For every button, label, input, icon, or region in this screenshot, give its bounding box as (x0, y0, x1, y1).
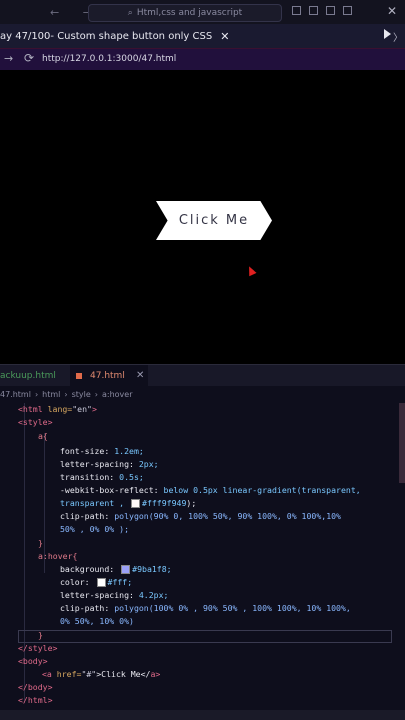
code-line: letter-spacing: 4.2px; (60, 589, 168, 601)
code-line: 0% 50%, 10% 0%) (60, 616, 134, 626)
mouse-cursor-icon (245, 264, 257, 277)
preview-tab-title: ay 47/100- Custom shape button only CSS (0, 30, 213, 42)
breadcrumb-separator: › (94, 390, 98, 399)
url-field[interactable]: http://127.0.0.1:3000/47.html (42, 54, 176, 64)
tab-close-icon[interactable]: ✕ (136, 370, 144, 381)
code-token: "#" (81, 669, 97, 679)
code-token: href= (51, 669, 82, 679)
click-me-button[interactable]: Click Me (156, 201, 272, 240)
preview-tab[interactable]: ay 47/100- Custom shape button only CSS … (0, 24, 235, 48)
code-token: "en" (72, 404, 92, 414)
code-line: </html> (18, 695, 53, 705)
minimap[interactable] (399, 403, 405, 483)
preview-area: Click Me (0, 70, 405, 364)
color-swatch[interactable] (131, 499, 141, 508)
code-line: font-size: 1.2em; (60, 445, 144, 457)
code-line: <style> (18, 417, 53, 427)
code-token: letter-spacing: (60, 459, 139, 469)
code-token: clip-path: (60, 603, 115, 613)
code-line: a{ (38, 431, 48, 441)
tab-label: ackuup.html (0, 371, 56, 381)
code-line: </body> (18, 682, 53, 692)
code-line: -webkit-box-reflect: below 0.5px linear-… (60, 484, 361, 496)
address-bar: → ⟳ http://127.0.0.1:3000/47.html (0, 49, 405, 70)
code-line: </style> (18, 643, 58, 653)
code-line: } (38, 538, 43, 548)
code-token: transparent , (60, 498, 130, 508)
layout-controls (292, 6, 352, 15)
code-line: clip-path: polygon(100% 0% , 90% 50% , 1… (60, 602, 351, 614)
toggle-panel-icon[interactable] (309, 6, 318, 15)
editor-titlebar: ← → ⌕ Html,css and javascript ✕ (0, 0, 405, 24)
preview-tab-close-icon[interactable]: ✕ (220, 30, 229, 43)
window-close-icon[interactable]: ✕ (387, 4, 397, 18)
code-token: > (91, 404, 97, 414)
color-swatch[interactable] (121, 565, 131, 574)
code-line: color: #fff; (60, 576, 132, 588)
code-token: #fff; (107, 577, 133, 587)
code-line: 50% , 0% 0% ); (60, 524, 130, 534)
html-file-icon (76, 373, 82, 379)
tab-label: 47.html (90, 371, 125, 381)
forward-icon[interactable]: → (4, 52, 13, 65)
preview-tabbar: ay 47/100- Custom shape button only CSS … (0, 24, 405, 50)
command-search[interactable]: ⌕ Html,css and javascript (88, 4, 282, 22)
code-line: a:hover{ (38, 551, 78, 561)
code-token: 4.2px; (138, 590, 169, 600)
code-token: polygon(90% 0, 100% 50%, 90% 100%, 0% 10… (114, 511, 341, 521)
editor-tabs: ackuup.html 47.html ✕ (0, 364, 405, 387)
code-token: 2px; (138, 459, 159, 469)
code-line: <body> (18, 656, 48, 666)
code-token: clip-path: (60, 511, 115, 521)
breadcrumb-item[interactable]: a:hover (102, 390, 133, 399)
code-token: -webkit-box-reflect: (60, 485, 164, 495)
code-token: below 0.5px linear-gradient(transparent, (163, 485, 361, 495)
code-line: letter-spacing: 2px; (60, 458, 159, 470)
breadcrumb-separator: › (64, 390, 68, 399)
code-line: } (38, 630, 43, 640)
code-line: <html lang="en"> (18, 403, 97, 415)
click-me-label: Click Me (178, 213, 250, 228)
code-token: color: (60, 577, 95, 587)
code-token: #fff9f949 (142, 498, 187, 508)
code-token: polygon(100% 0% , 90% 50% , 100% 100%, 1… (114, 603, 351, 613)
code-token: a> (150, 669, 161, 679)
code-line: transition: 0.5s; (60, 471, 144, 483)
command-search-text: Html,css and javascript (136, 8, 243, 18)
search-icon: ⌕ (127, 8, 133, 18)
current-line-highlight (18, 630, 392, 643)
more-icon[interactable]: 〉 (393, 29, 403, 44)
code-editor[interactable]: <html lang="en"> <style> a{ font-size: 1… (0, 403, 405, 720)
code-token: 0.5s; (119, 472, 144, 482)
code-token: >Click Me</ (96, 669, 151, 679)
toggle-secondary-sidebar-icon[interactable] (326, 6, 335, 15)
code-token: ); (186, 498, 197, 508)
code-token: <html (18, 404, 43, 414)
code-token: background: (60, 564, 120, 574)
run-icon[interactable] (384, 29, 391, 39)
color-swatch[interactable] (96, 578, 106, 587)
reload-icon[interactable]: ⟳ (24, 51, 34, 65)
customize-layout-icon[interactable] (343, 6, 352, 15)
code-line: transparent , #fff9f949); (60, 497, 196, 509)
code-token: letter-spacing: (60, 590, 139, 600)
code-line: clip-path: polygon(90% 0, 100% 50%, 90% … (60, 510, 341, 522)
breadcrumb-item[interactable]: style (72, 390, 91, 399)
code-line: <a href="#">Click Me</a> (42, 668, 160, 680)
code-token: font-size: (60, 446, 115, 456)
breadcrumb-item[interactable]: html (42, 390, 60, 399)
breadcrumb-item[interactable]: 47.html (0, 390, 31, 399)
code-token: <a (42, 669, 52, 679)
toggle-sidebar-icon[interactable] (292, 6, 301, 15)
tab-backup-html[interactable]: ackuup.html (0, 365, 68, 387)
breadcrumb-separator: › (34, 390, 39, 399)
code-token: #9ba1f8; (132, 564, 172, 574)
taskbar (0, 710, 405, 720)
code-line: background: #9ba1f8; (60, 563, 172, 575)
code-token: 1.2em; (114, 446, 144, 456)
code-token: transition: (60, 472, 120, 482)
breadcrumb: 47.html › html › style › a:hover (0, 386, 405, 403)
code-token: lang= (42, 404, 73, 414)
